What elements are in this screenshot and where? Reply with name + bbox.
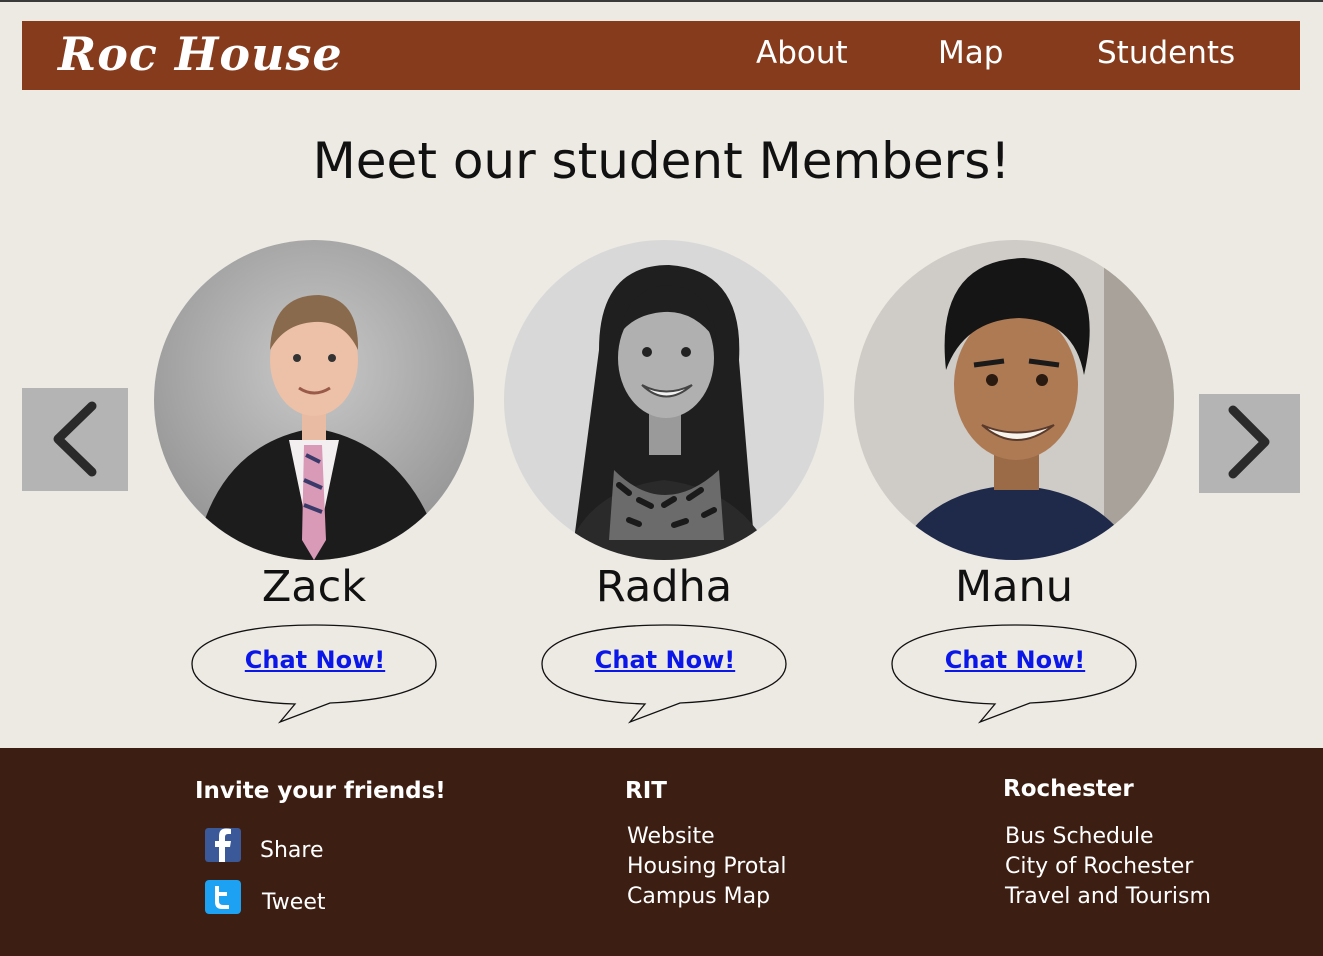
site-header: Roc House About Map Students	[22, 21, 1300, 90]
bus-schedule-link[interactable]: Bus Schedule	[1005, 824, 1154, 849]
rochester-heading: Rochester	[1003, 776, 1134, 802]
chat-now-link[interactable]: Chat Now!	[540, 646, 790, 674]
chat-now-link[interactable]: Chat Now!	[890, 646, 1140, 674]
chat-bubble[interactable]: Chat Now!	[890, 622, 1140, 728]
avatar[interactable]	[854, 240, 1174, 560]
invite-heading: Invite your friends!	[195, 778, 446, 804]
rit-housing-portal-link[interactable]: Housing Protal	[627, 854, 787, 879]
chevron-left-icon	[53, 401, 97, 477]
share-link[interactable]: Share	[260, 838, 324, 863]
twitter-icon[interactable]	[205, 880, 241, 914]
rit-heading: RIT	[625, 778, 667, 804]
member-name: Radha	[595, 562, 733, 612]
nav-about[interactable]: About	[756, 35, 848, 71]
chevron-right-icon	[1228, 405, 1270, 479]
rit-campus-map-link[interactable]: Campus Map	[627, 884, 770, 909]
avatar[interactable]	[154, 240, 474, 560]
nav-students[interactable]: Students	[1097, 35, 1235, 71]
chat-bubble[interactable]: Chat Now!	[190, 622, 440, 728]
window-top-border	[0, 0, 1323, 2]
carousel-prev-button[interactable]	[22, 388, 128, 491]
site-logo[interactable]: Roc House	[58, 27, 343, 81]
facebook-icon[interactable]	[205, 828, 241, 862]
avatar[interactable]	[504, 240, 824, 560]
nav-map[interactable]: Map	[938, 35, 1003, 71]
member-name: Manu	[955, 562, 1073, 612]
travel-tourism-link[interactable]: Travel and Tourism	[1005, 884, 1211, 909]
tweet-link[interactable]: Tweet	[262, 890, 326, 915]
page-title: Meet our student Members!	[312, 132, 1011, 190]
chat-now-link[interactable]: Chat Now!	[190, 646, 440, 674]
carousel-next-button[interactable]	[1199, 394, 1300, 493]
rit-website-link[interactable]: Website	[627, 824, 715, 849]
city-of-rochester-link[interactable]: City of Rochester	[1005, 854, 1193, 879]
member-name: Zack	[261, 562, 367, 612]
chat-bubble[interactable]: Chat Now!	[540, 622, 790, 728]
site-footer: Invite your friends! Share Tweet RIT Web…	[0, 748, 1323, 956]
